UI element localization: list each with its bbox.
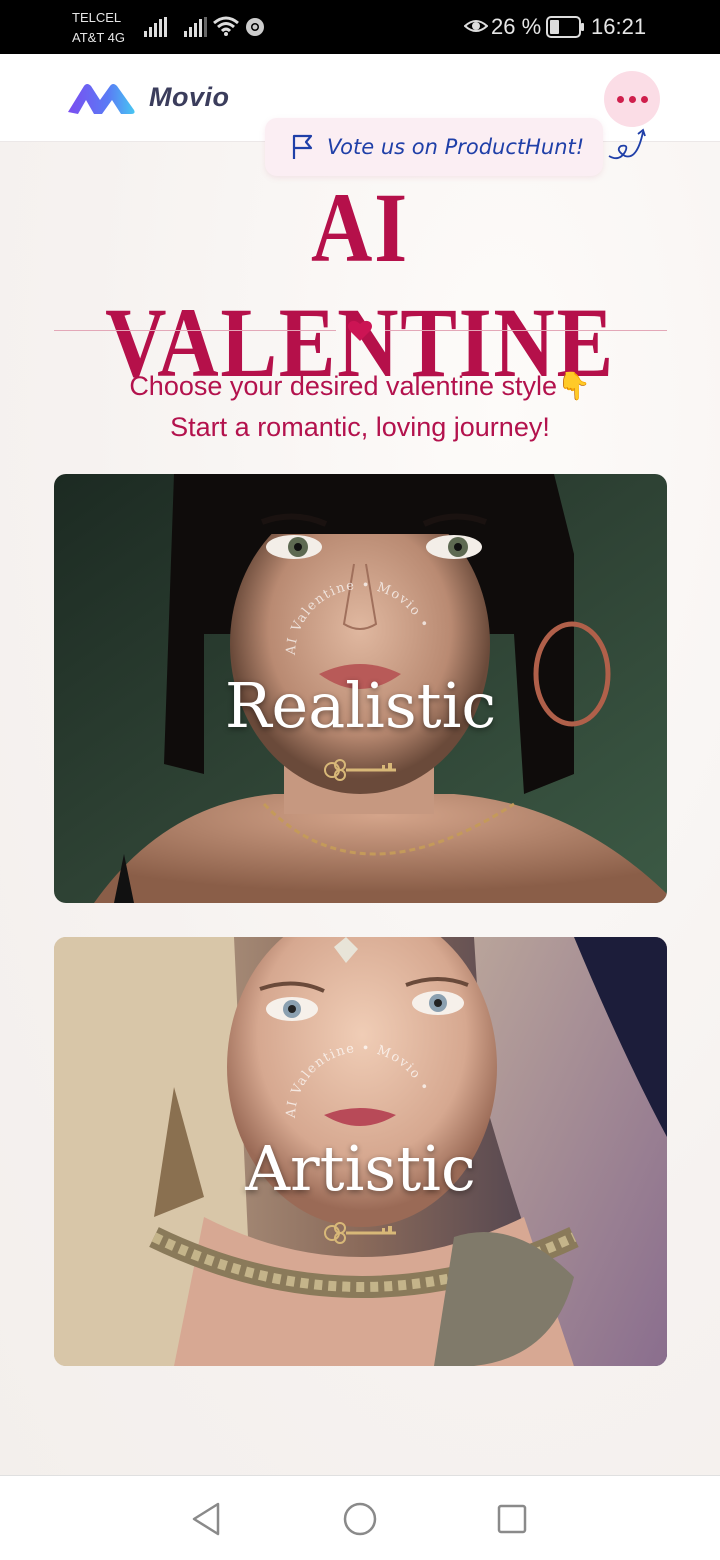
app-logo-text[interactable]: Movio	[149, 82, 230, 113]
svg-text:AI Valentine • Movio •: AI Valentine • Movio •	[284, 578, 432, 657]
main-content: Vote us on ProductHunt! AI VALENTINE Cho…	[0, 118, 720, 1475]
signal-icon	[144, 17, 167, 37]
heart-icon	[348, 320, 372, 341]
more-menu-button[interactable]	[604, 71, 660, 127]
curly-arrow-icon	[608, 128, 646, 160]
subtitle: Choose your desired valentine style👇 Sta…	[0, 366, 720, 448]
divider	[385, 330, 667, 331]
style-card-artistic[interactable]: AI Valentine • Movio • Artistic	[54, 937, 667, 1366]
key-icon	[324, 1222, 396, 1244]
eye-icon	[464, 20, 488, 32]
back-icon[interactable]	[190, 1501, 222, 1537]
seal-text: AI Valentine • Movio •	[284, 578, 431, 657]
status-bar: TELCEL AT&T 4G 26 % 16:21	[0, 0, 720, 54]
subtitle-line-1: Choose your desired valentine style👇	[129, 371, 591, 401]
flag-icon	[292, 134, 313, 159]
movio-logo-icon[interactable]	[66, 80, 138, 116]
carrier-name: TELCEL	[72, 10, 122, 25]
recents-icon[interactable]	[496, 1503, 528, 1535]
card-label-realistic: Realistic	[224, 669, 497, 742]
subtitle-line-2: Start a romantic, loving journey!	[170, 412, 550, 442]
clock: 16:21	[591, 14, 647, 39]
home-icon[interactable]	[342, 1501, 378, 1537]
key-icon	[324, 759, 396, 781]
network-name: AT&T 4G	[72, 30, 125, 45]
more-dots-icon-dot	[640, 95, 648, 103]
system-nav-bar	[0, 1475, 720, 1560]
battery-percent: 26 %	[491, 14, 542, 39]
card-label-artistic: Artistic	[245, 1132, 476, 1205]
battery-icon	[546, 16, 584, 38]
seal-text: AI Valentine • Movio •	[284, 1041, 431, 1120]
carrier-info: TELCEL AT&T 4G	[72, 8, 125, 48]
producthunt-vote-badge[interactable]: Vote us on ProductHunt!	[265, 118, 603, 176]
style-card-realistic[interactable]: AI Valentine • Movio • Realistic	[54, 474, 667, 903]
vote-text: Vote us on ProductHunt!	[327, 135, 585, 159]
wifi-icon	[213, 16, 239, 36]
divider	[54, 330, 336, 331]
chrome-icon	[246, 18, 264, 36]
svg-text:AI Valentine • Movio •: AI Valentine • Movio •	[284, 1041, 432, 1120]
more-dots-icon	[616, 95, 624, 103]
more-dots-icon-dot	[628, 95, 636, 103]
signal-icon	[184, 17, 207, 37]
